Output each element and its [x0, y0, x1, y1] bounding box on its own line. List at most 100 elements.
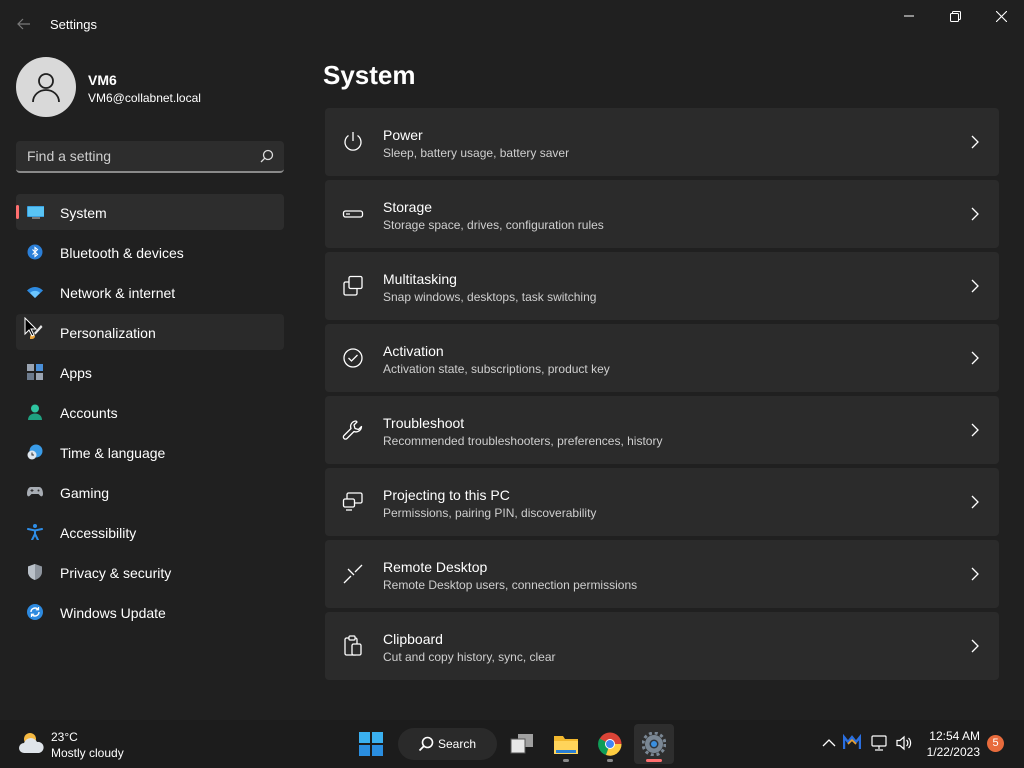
sidebar-item-time-language[interactable]: Time & language — [16, 434, 284, 470]
chevron-up-icon[interactable] — [820, 734, 838, 752]
chevron-right-icon — [971, 207, 979, 221]
power-icon — [344, 132, 362, 151]
search-icon[interactable] — [260, 149, 274, 163]
card-title: Storage — [383, 199, 433, 215]
settings-app-button[interactable] — [634, 724, 674, 764]
close-button[interactable] — [978, 0, 1024, 32]
sidebar-item-label: Apps — [60, 365, 92, 381]
sidebar-item-network[interactable]: Network & internet — [16, 274, 284, 310]
setting-card-projecting[interactable]: Projecting to this PC Permissions, pairi… — [325, 468, 999, 536]
sidebar-item-windows-update[interactable]: Windows Update — [16, 594, 284, 630]
sidebar-item-system[interactable]: System — [16, 194, 284, 230]
minimize-button[interactable] — [886, 0, 932, 32]
sidebar-item-apps[interactable]: Apps — [16, 354, 284, 390]
sidebar-item-accessibility[interactable]: Accessibility — [16, 514, 284, 550]
file-explorer-button[interactable] — [546, 724, 586, 764]
running-indicator — [646, 759, 662, 762]
start-button[interactable] — [351, 724, 391, 764]
sidebar-item-label: Network & internet — [60, 285, 176, 301]
card-subtitle: Sleep, battery usage, battery saver — [383, 146, 570, 160]
sidebar-item-accounts[interactable]: Accounts — [16, 394, 284, 430]
cloud-sun-icon — [19, 733, 44, 753]
sidebar-item-label: Time & language — [60, 445, 166, 461]
sidebar-item-gaming[interactable]: Gaming — [16, 474, 284, 510]
tray-app-icon[interactable] — [843, 734, 861, 752]
clock-date: 1/22/2023 — [926, 745, 980, 759]
gear-icon — [642, 732, 666, 756]
activation-check-icon — [343, 348, 363, 368]
card-title: Power — [383, 127, 423, 143]
avatar[interactable] — [16, 57, 76, 117]
sidebar-item-label: Personalization — [60, 325, 156, 341]
taskbar-search-button[interactable]: Search — [398, 728, 497, 760]
card-subtitle: Recommended troubleshooters, preferences… — [383, 434, 663, 448]
chevron-right-icon — [971, 423, 979, 437]
search-box[interactable] — [16, 141, 284, 173]
sidebar-item-label: Gaming — [60, 485, 110, 501]
update-icon — [27, 604, 43, 620]
volume-icon[interactable] — [895, 734, 913, 752]
clock-globe-icon — [27, 444, 43, 460]
card-subtitle: Snap windows, desktops, task switching — [383, 290, 597, 304]
setting-card-troubleshoot[interactable]: Troubleshoot Recommended troubleshooters… — [325, 396, 999, 464]
chevron-right-icon — [971, 279, 979, 293]
card-subtitle: Remote Desktop users, connection permiss… — [383, 578, 638, 592]
windows-logo-icon — [359, 732, 383, 756]
card-subtitle: Permissions, pairing PIN, discoverabilit… — [383, 506, 597, 520]
sidebar-item-label: Accounts — [60, 405, 118, 421]
running-indicator — [607, 759, 613, 762]
settings-list: Power Sleep, battery usage, battery save… — [325, 108, 999, 684]
chrome-button[interactable] — [590, 724, 630, 764]
notification-badge[interactable]: 5 — [987, 735, 1004, 752]
network-icon[interactable] — [871, 734, 889, 752]
bluetooth-icon — [27, 244, 43, 260]
setting-card-activation[interactable]: Activation Activation state, subscriptio… — [325, 324, 999, 392]
card-title: Activation — [383, 343, 444, 359]
setting-card-storage[interactable]: Storage Storage space, drives, configura… — [325, 180, 999, 248]
back-button[interactable] — [10, 12, 38, 36]
sidebar-item-label: Privacy & security — [60, 565, 172, 581]
user-email: VM6@collabnet.local — [88, 91, 201, 105]
active-indicator — [16, 205, 19, 219]
card-title: Remote Desktop — [383, 559, 488, 575]
running-indicator — [563, 759, 569, 762]
user-name: VM6 — [88, 72, 117, 88]
setting-card-remote-desktop[interactable]: Remote Desktop Remote Desktop users, con… — [325, 540, 999, 608]
taskbar-search-label: Search — [438, 737, 477, 751]
chrome-icon — [598, 732, 622, 756]
search-input[interactable] — [16, 141, 246, 171]
restore-button[interactable] — [932, 0, 978, 32]
apps-icon — [27, 364, 43, 380]
storage-icon — [342, 210, 364, 218]
chevron-right-icon — [971, 135, 979, 149]
task-view-button[interactable] — [502, 724, 542, 764]
app-title: Settings — [50, 17, 97, 32]
clipboard-icon — [344, 635, 362, 656]
chevron-right-icon — [971, 495, 979, 509]
sidebar-item-personalization[interactable]: Personalization — [16, 314, 284, 350]
setting-card-multitasking[interactable]: Multitasking Snap windows, desktops, tas… — [325, 252, 999, 320]
card-title: Troubleshoot — [383, 415, 465, 431]
gamepad-icon — [27, 487, 43, 497]
card-subtitle: Storage space, drives, configuration rul… — [383, 218, 604, 232]
close-icon — [995, 10, 1007, 22]
card-title: Multitasking — [383, 271, 457, 287]
restore-icon — [949, 10, 961, 22]
task-view-icon — [510, 734, 533, 754]
chevron-right-icon — [971, 351, 979, 365]
back-arrow-icon — [17, 18, 30, 30]
search-icon — [418, 736, 434, 752]
weather-temperature: 23°C — [51, 730, 78, 744]
setting-card-power[interactable]: Power Sleep, battery usage, battery save… — [325, 108, 999, 176]
remote-desktop-icon — [343, 564, 363, 584]
sidebar-item-bluetooth[interactable]: Bluetooth & devices — [16, 234, 284, 270]
page-title: System — [323, 60, 416, 90]
card-title: Clipboard — [383, 631, 443, 647]
sidebar-item-label: Accessibility — [60, 525, 137, 541]
sidebar-item-label: System — [60, 205, 107, 221]
card-title: Projecting to this PC — [383, 487, 510, 503]
sidebar-item-privacy[interactable]: Privacy & security — [16, 554, 284, 590]
setting-card-clipboard[interactable]: Clipboard Cut and copy history, sync, cl… — [325, 612, 999, 680]
mouse-cursor-icon — [24, 317, 38, 337]
person-icon — [32, 73, 60, 103]
